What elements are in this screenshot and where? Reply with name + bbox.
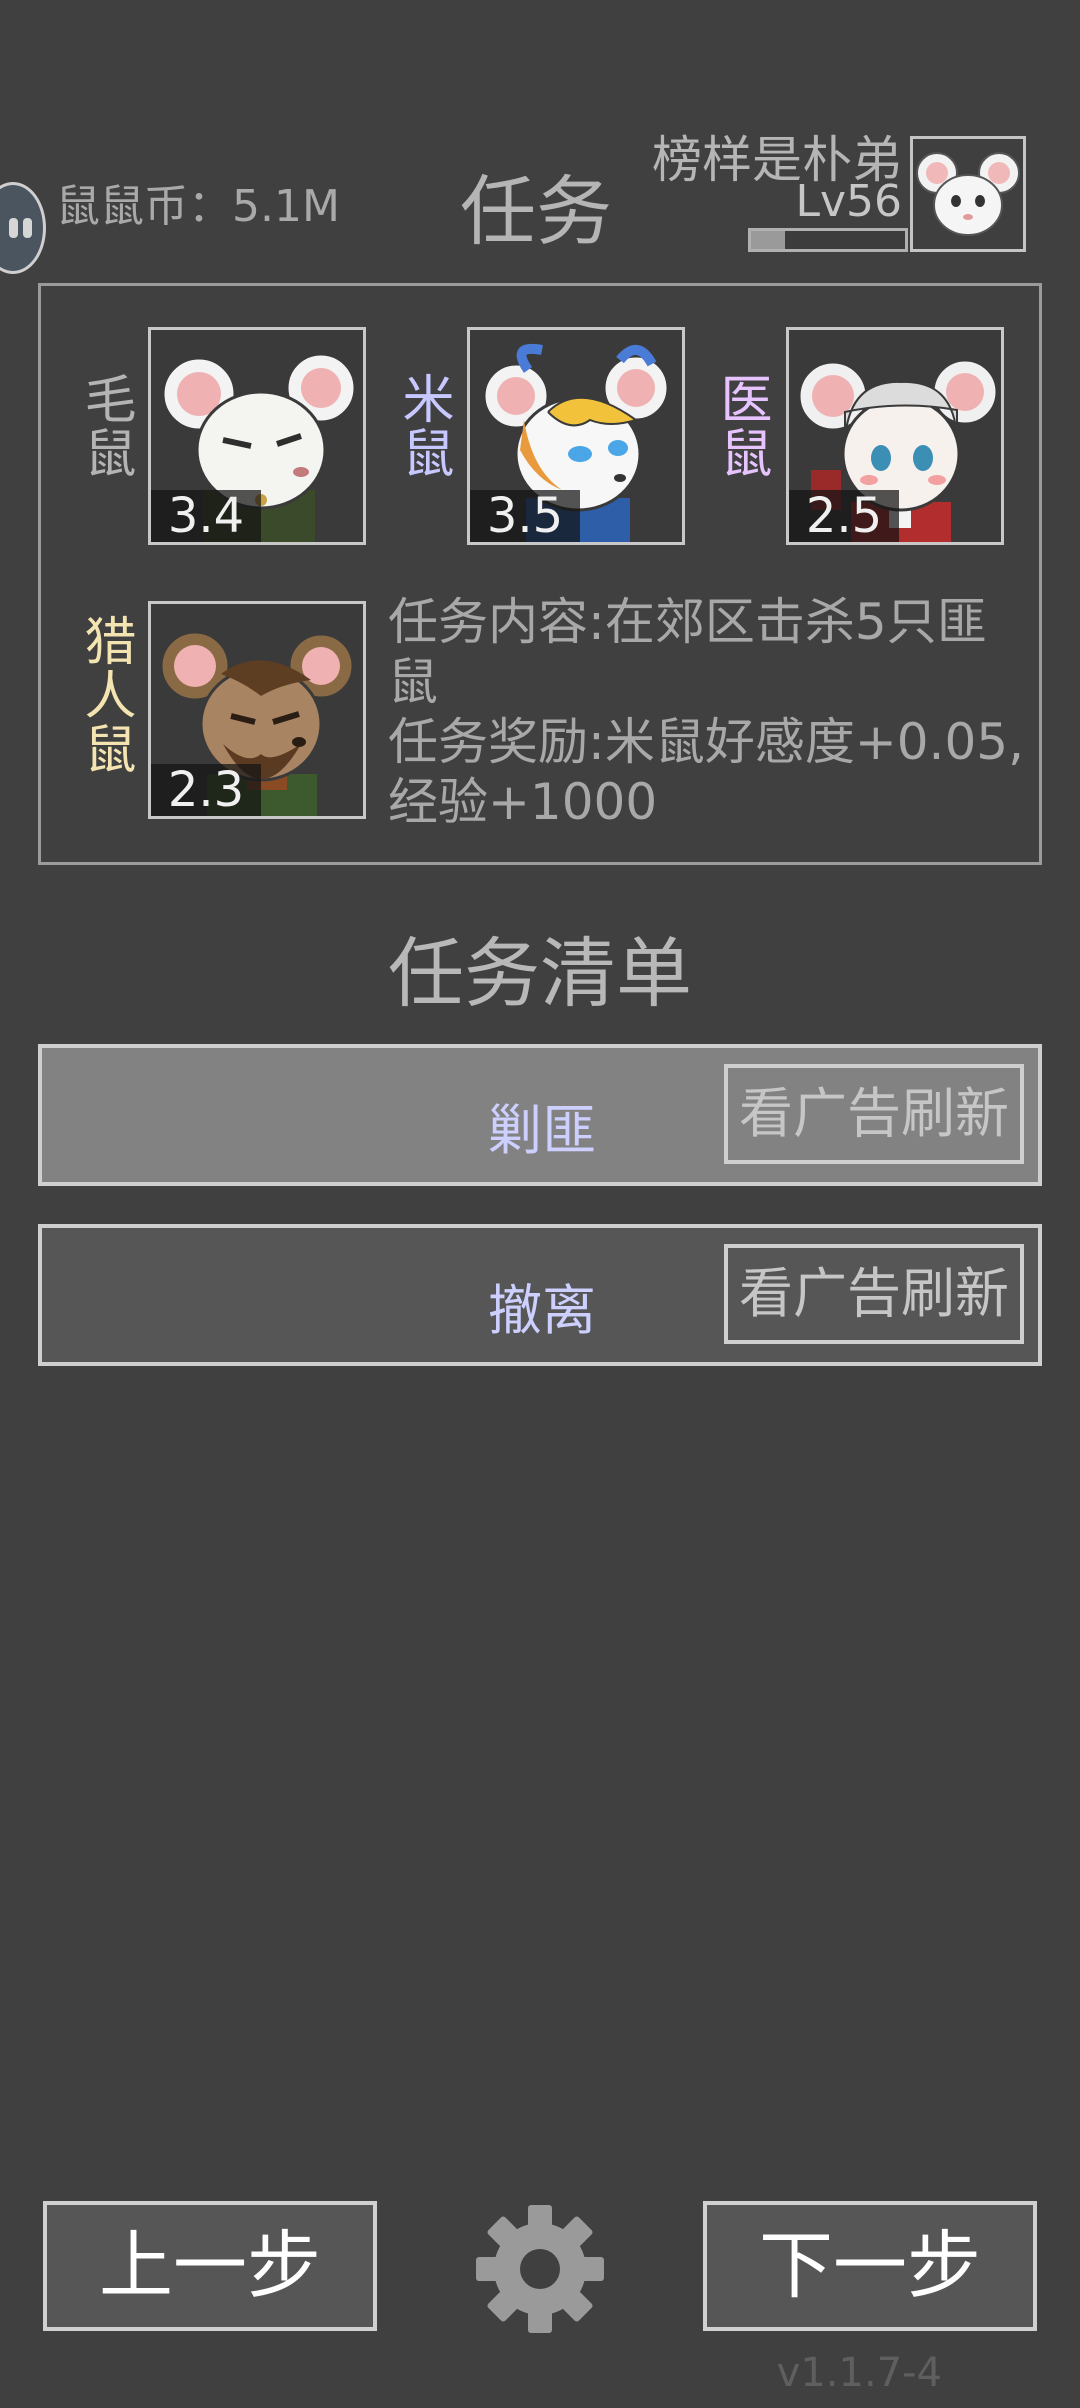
favor-value: 2.3 xyxy=(151,764,261,816)
character-name-mishu: 米鼠 xyxy=(393,372,453,480)
favor-value: 2.5 xyxy=(789,490,899,542)
prev-step-button[interactable]: 上一步 xyxy=(43,2201,377,2331)
task-content: 任务内容:在郊区击杀5只匪鼠 xyxy=(388,593,987,711)
task-item-chele[interactable]: 撤离 看广告刷新 xyxy=(38,1224,1042,1366)
version-label: v1.1.7-4 xyxy=(776,2350,942,2396)
character-name-lierenshu: 猎人鼠 xyxy=(75,614,135,776)
character-portrait-lierenshu[interactable]: 2.3 xyxy=(148,601,366,819)
white-mouse-avatar-icon xyxy=(916,152,1020,236)
watch-ad-refresh-button[interactable]: 看广告刷新 xyxy=(724,1064,1024,1164)
character-portrait-maoshu[interactable]: 3.4 xyxy=(148,327,366,545)
xp-progress-fill xyxy=(751,231,785,249)
side-menu-handle[interactable] xyxy=(0,182,46,274)
task-list-title: 任务清单 xyxy=(388,929,692,1018)
task-reward: 任务奖励:米鼠好感度+0.05,经验+1000 xyxy=(388,713,1024,831)
watch-ad-refresh-button[interactable]: 看广告刷新 xyxy=(724,1244,1024,1344)
xp-progress-bar xyxy=(748,228,908,252)
task-item-jiaofei[interactable]: 剿匪 看广告刷新 xyxy=(38,1044,1042,1186)
page-title: 任务 xyxy=(460,167,612,256)
character-name-yishu: 医鼠 xyxy=(711,372,771,480)
favor-value: 3.4 xyxy=(151,490,261,542)
character-portrait-mishu[interactable]: 3.5 xyxy=(467,327,685,545)
player-avatar[interactable] xyxy=(910,136,1026,252)
character-name-maoshu: 毛鼠 xyxy=(75,372,135,480)
gear-icon[interactable] xyxy=(474,2203,606,2335)
favor-value: 3.5 xyxy=(470,490,580,542)
coin-balance: 鼠鼠币：5.1M xyxy=(56,181,340,232)
character-portrait-yishu[interactable]: 2.5 xyxy=(786,327,1004,545)
next-step-button[interactable]: 下一步 xyxy=(703,2201,1037,2331)
task-description: 任务内容:在郊区击杀5只匪鼠 任务奖励:米鼠好感度+0.05,经验+1000 xyxy=(388,592,1028,832)
player-level: Lv56 xyxy=(795,176,902,227)
